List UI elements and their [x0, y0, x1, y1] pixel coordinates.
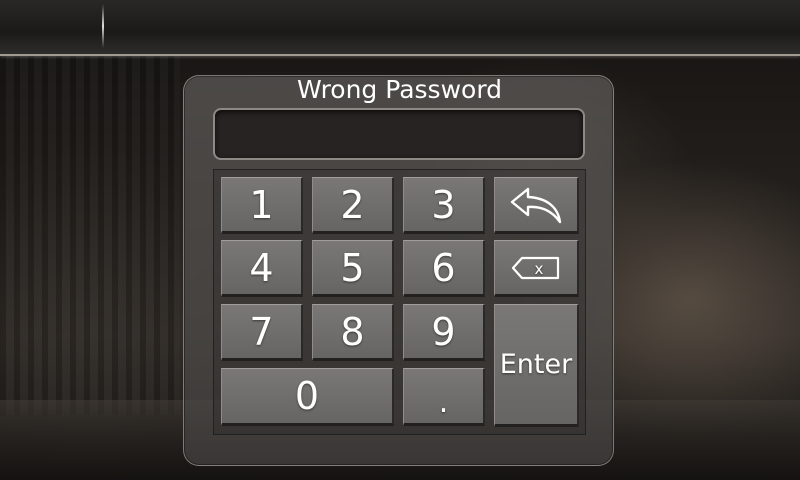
key-4[interactable]: 4 — [221, 240, 303, 297]
background-wall-panel — [0, 55, 180, 415]
key-7[interactable]: 7 — [221, 304, 303, 361]
key-decimal-point[interactable]: . — [403, 368, 485, 426]
top-status-bar — [0, 0, 800, 56]
back-arrow-icon — [508, 186, 564, 224]
dialog-title: Wrong Password — [296, 75, 503, 104]
numeric-keypad: 1 2 3 4 5 6 x 7 8 9 Enter 0 . — [213, 169, 586, 435]
key-6[interactable]: 6 — [403, 240, 485, 297]
key-3[interactable]: 3 — [403, 177, 485, 234]
password-dialog: Wrong Password 1 2 3 4 5 6 x 7 8 9 Enter… — [183, 75, 614, 466]
back-button[interactable] — [494, 177, 579, 234]
backspace-icon: x — [510, 255, 562, 281]
clear-button[interactable]: x — [494, 240, 579, 297]
key-9[interactable]: 9 — [403, 304, 485, 361]
top-bar-divider — [102, 4, 104, 48]
key-1[interactable]: 1 — [221, 177, 303, 234]
key-5[interactable]: 5 — [312, 240, 394, 297]
key-8[interactable]: 8 — [312, 304, 394, 361]
password-display-field[interactable] — [213, 108, 585, 160]
backspace-x-glyph: x — [535, 260, 544, 278]
key-2[interactable]: 2 — [312, 177, 394, 234]
enter-button[interactable]: Enter — [494, 304, 579, 427]
key-0[interactable]: 0 — [221, 368, 394, 426]
